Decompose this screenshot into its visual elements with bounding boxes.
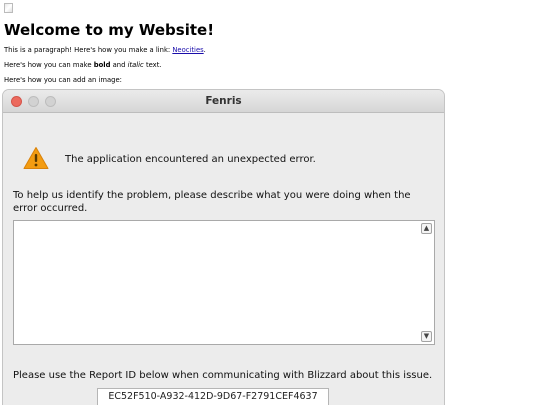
chevron-down-icon[interactable]: ▼ (421, 331, 432, 342)
report-note: Please use the Report ID below when comm… (13, 370, 433, 381)
describe-prompt: To help us identify the problem, please … (13, 190, 411, 214)
paragraph-period: . (203, 46, 206, 54)
format-text-post: text. (143, 61, 162, 69)
paragraph-link-line: This is a paragraph! Here's how you make… (4, 46, 206, 55)
neocities-link[interactable]: Neocities (172, 46, 203, 54)
page-heading: Welcome to my Website! (4, 21, 215, 39)
chevron-up-icon[interactable]: ▲ (421, 223, 432, 234)
report-id-field[interactable]: EC52F510-A932-412D-9D67-F2791CEF4637 (97, 388, 329, 405)
paragraph-format-line: Here's how you can make bold and italic … (4, 61, 162, 70)
paragraph-text: This is a paragraph! Here's how you make… (4, 46, 173, 54)
italic-text: italic (127, 61, 144, 69)
format-text-mid: and (110, 61, 128, 69)
bold-text: bold (93, 61, 111, 69)
paragraph-image-line: Here's how you can add an image: (4, 76, 122, 84)
description-textarea[interactable] (13, 220, 435, 345)
broken-image-icon (4, 3, 13, 13)
warning-icon (23, 147, 49, 169)
dialog-titlebar[interactable]: Fenris (3, 90, 444, 113)
format-text-pre: Here's how you can make (4, 61, 94, 69)
dialog-title: Fenris (205, 95, 242, 107)
page: Welcome to my Website! This is a paragra… (0, 0, 540, 405)
error-dialog: Fenris The application encountered an un… (3, 90, 444, 405)
error-message: The application encountered an unexpecte… (65, 154, 316, 165)
